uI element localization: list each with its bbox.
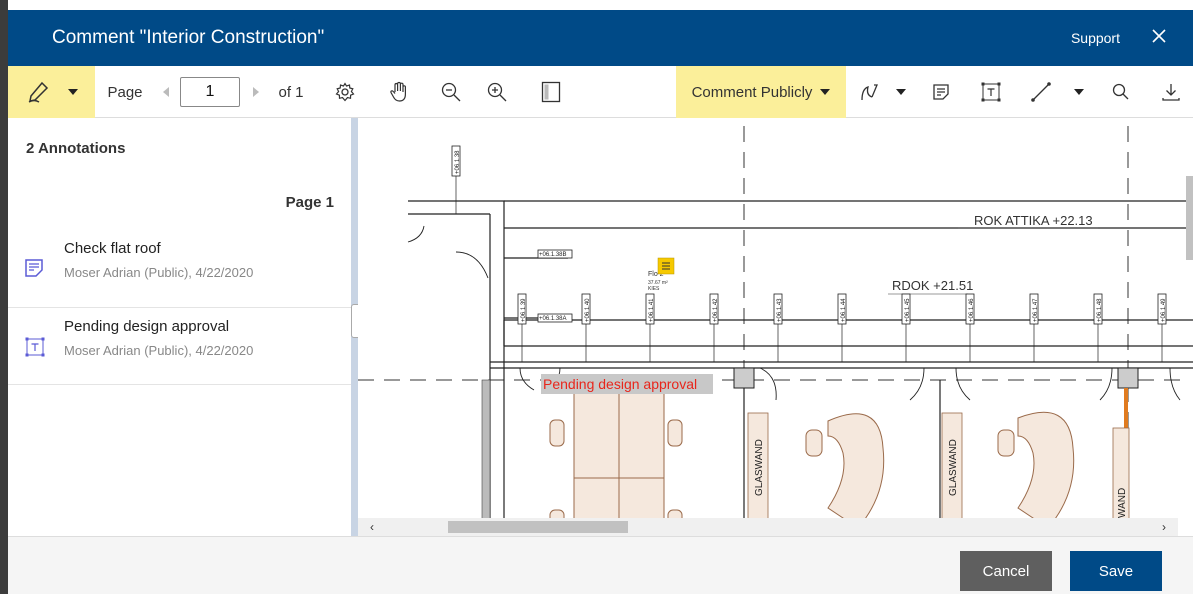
fit-page-icon[interactable] bbox=[536, 66, 566, 118]
close-icon[interactable] bbox=[1147, 24, 1171, 48]
dialog-title: Comment "Interior Construction" bbox=[52, 27, 325, 48]
glaswand-label: GLASWAND bbox=[754, 439, 765, 496]
text-box-icon bbox=[24, 336, 45, 357]
text-box-icon[interactable] bbox=[976, 66, 1006, 118]
glaswand-label: GLASWAND bbox=[948, 439, 959, 496]
tag-label: +06.1.41 bbox=[649, 298, 655, 322]
line-icon[interactable] bbox=[1026, 66, 1056, 118]
chevron-down-icon[interactable] bbox=[67, 89, 78, 95]
scroll-left-icon[interactable]: ‹ bbox=[370, 520, 374, 534]
tag-label: +06.1.44 bbox=[841, 298, 847, 322]
next-page-icon[interactable] bbox=[248, 66, 264, 118]
scroll-thumb[interactable] bbox=[448, 521, 628, 533]
pen-icon[interactable] bbox=[26, 80, 50, 104]
page-number-input[interactable]: 1 bbox=[180, 77, 240, 107]
horizontal-scrollbar[interactable]: ‹ › bbox=[358, 518, 1178, 536]
floor-plan-drawing: ROK ATTIKA +22.13 RDOK +21.51 Flo 2 37.6… bbox=[358, 126, 1193, 536]
settings-icon[interactable] bbox=[330, 66, 360, 118]
tag-label: +06.1.40 bbox=[585, 298, 591, 322]
vertical-scrollbar[interactable] bbox=[1186, 118, 1193, 536]
tag-label: +06.1.46 bbox=[969, 298, 975, 322]
comment-mode-dropdown[interactable]: Comment Publicly bbox=[676, 66, 846, 118]
page-group-label: Page 1 bbox=[285, 194, 334, 211]
annotations-count: 2 Annotations bbox=[26, 140, 126, 157]
dialog-footer: Cancel Save bbox=[8, 536, 1193, 594]
download-icon[interactable] bbox=[1156, 66, 1186, 118]
scroll-thumb[interactable] bbox=[1186, 176, 1193, 260]
tag-label: +06.1.43 bbox=[777, 298, 783, 322]
rok-attika-label: ROK ATTIKA +22.13 bbox=[974, 213, 1093, 228]
pen-tool-group bbox=[8, 66, 95, 118]
zoom-in-icon[interactable] bbox=[482, 66, 512, 118]
annotation-meta: Moser Adrian (Public), 4/22/2020 bbox=[64, 265, 254, 280]
tag-label: +06.1.47 bbox=[1033, 298, 1039, 322]
annotation-meta: Moser Adrian (Public), 4/22/2020 bbox=[64, 343, 254, 358]
room-code: KIES bbox=[648, 286, 660, 292]
annotation-item[interactable]: Check flat roof Moser Adrian (Public), 4… bbox=[8, 230, 351, 308]
page-total: of 1 bbox=[278, 83, 304, 101]
search-icon[interactable] bbox=[1106, 66, 1136, 118]
comment-mode-label: Comment Publicly bbox=[691, 83, 813, 101]
cancel-button[interactable]: Cancel bbox=[960, 551, 1052, 591]
toolbar: Page 1 of 1 Comment Publicly bbox=[8, 66, 1193, 118]
rdok-label: RDOK +21.51 bbox=[892, 278, 973, 293]
freehand-icon[interactable] bbox=[854, 66, 884, 118]
annotation-title: Pending design approval bbox=[64, 318, 230, 335]
annotation-item[interactable]: Pending design approval Moser Adrian (Pu… bbox=[8, 307, 351, 385]
tag-label: +06.1.48 bbox=[1097, 298, 1103, 322]
title-bar: Comment "Interior Construction" Support bbox=[8, 10, 1193, 66]
save-button[interactable]: Save bbox=[1070, 551, 1162, 591]
tag-label: +06.1.38B bbox=[539, 252, 567, 258]
tag-label: +06.1.42 bbox=[713, 298, 719, 322]
document-viewer[interactable]: ROK ATTIKA +22.13 RDOK +21.51 Flo 2 37.6… bbox=[358, 118, 1193, 536]
annotations-sidebar: 2 Annotations Page 1 Check flat roof Mos… bbox=[8, 118, 351, 536]
tag-label: +06.1.39 bbox=[521, 298, 527, 322]
glaswand-label: WAND bbox=[1117, 488, 1128, 518]
tag-label: +06.1.38 bbox=[455, 150, 461, 174]
prev-page-icon[interactable] bbox=[158, 66, 174, 118]
pending-design-approval-markup[interactable]: Pending design approval bbox=[543, 376, 697, 392]
note-icon[interactable] bbox=[926, 66, 956, 118]
chevron-down-icon[interactable] bbox=[1070, 66, 1088, 118]
chevron-down-icon bbox=[820, 89, 831, 95]
tag-label: +06.1.38A bbox=[539, 316, 567, 322]
pan-hand-icon[interactable] bbox=[384, 66, 414, 118]
note-icon bbox=[24, 258, 44, 278]
chevron-down-icon[interactable] bbox=[892, 66, 910, 118]
page-label: Page bbox=[107, 83, 143, 101]
tag-label: +06.1.49 bbox=[1161, 298, 1167, 322]
support-link[interactable]: Support bbox=[1071, 30, 1120, 46]
annotation-title: Check flat roof bbox=[64, 240, 161, 257]
scroll-right-icon[interactable]: › bbox=[1162, 520, 1166, 534]
tag-label: +06.1.45 bbox=[905, 298, 911, 322]
comment-dialog: Comment "Interior Construction" Support … bbox=[0, 0, 1193, 594]
zoom-out-icon[interactable] bbox=[436, 66, 466, 118]
